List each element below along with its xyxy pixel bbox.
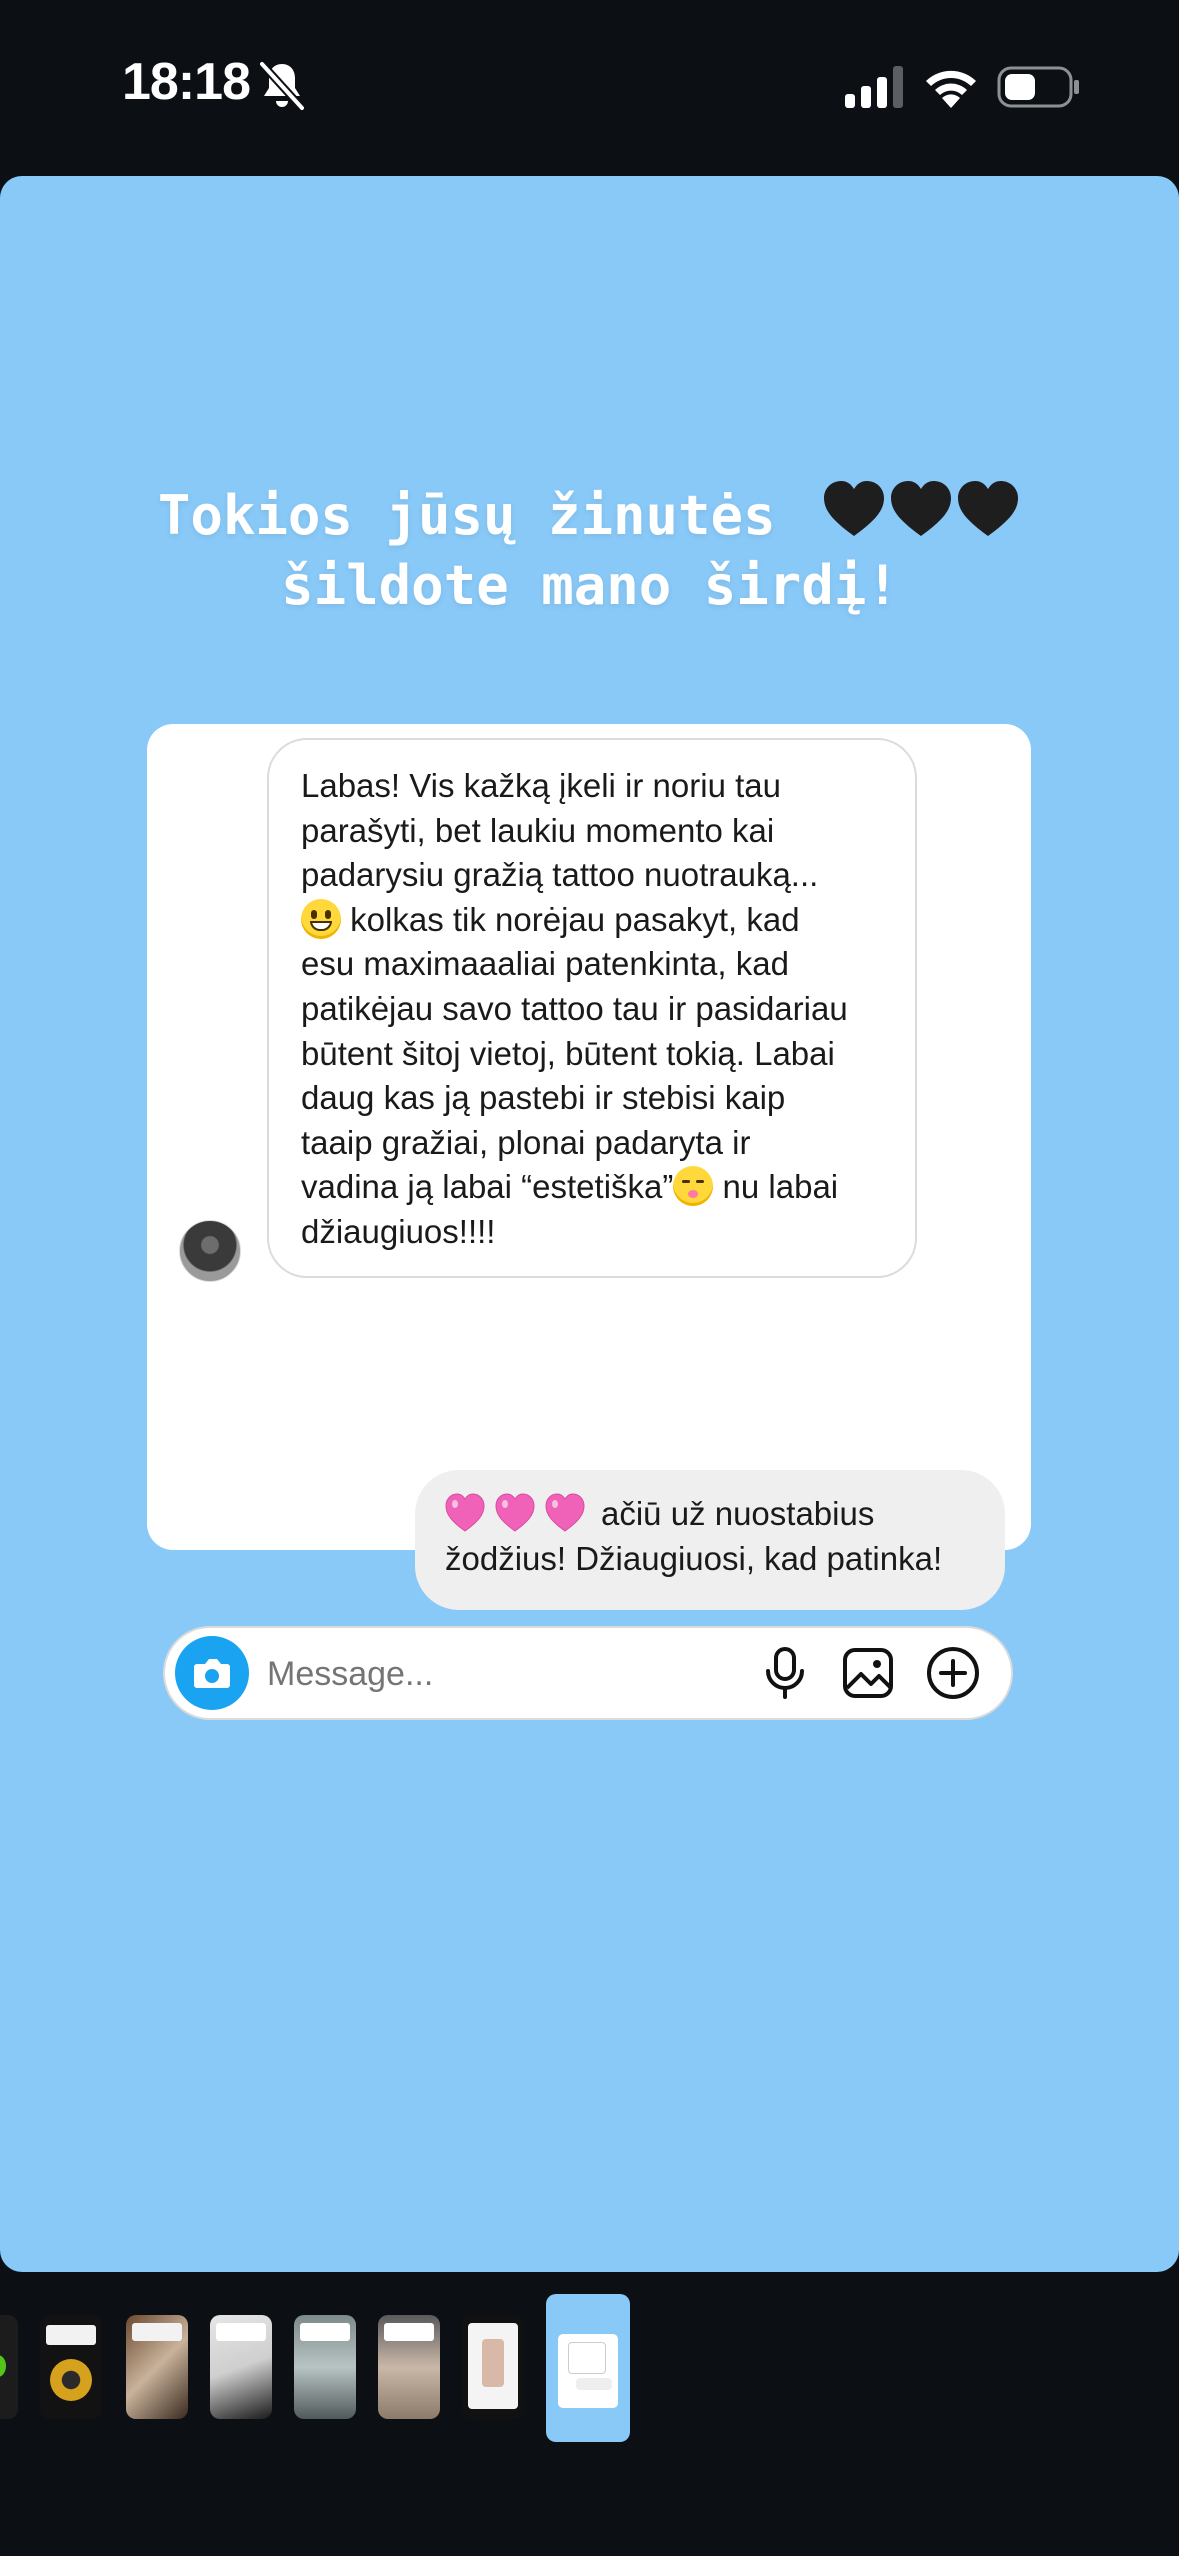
received-line: Labas! Vis kažką įkeli ir noriu tau xyxy=(301,767,781,804)
message-input[interactable] xyxy=(265,1650,649,1698)
grinning-face-icon xyxy=(301,898,341,939)
chat-screenshot: Labas! Vis kažką įkeli ir noriu tau para… xyxy=(147,724,1031,1720)
story-thumbnail[interactable] xyxy=(126,2315,188,2419)
sent-line: žodžius! Džiaugiuosi, kad patinka! xyxy=(445,1539,943,1577)
avatar xyxy=(179,1220,241,1282)
story-thumbnail[interactable] xyxy=(210,2315,272,2419)
status-time: 18:18 xyxy=(122,53,251,111)
received-line: parašyti, bet laukiu momento kai xyxy=(301,811,775,849)
caption-line-2: šildote mano širdį! xyxy=(281,554,899,617)
black-hearts-icon xyxy=(824,481,1019,536)
received-line: būtent šitoj vietoj, būtent tokią. Labai xyxy=(301,1034,835,1072)
story-thumbnail[interactable] xyxy=(462,2315,524,2419)
gallery-icon[interactable] xyxy=(841,1646,895,1700)
plus-icon[interactable] xyxy=(925,1645,981,1701)
signal-icon xyxy=(845,66,903,108)
pink-hearts-icon xyxy=(445,1493,585,1532)
bell-slash-icon xyxy=(259,61,305,111)
received-line: džiaugiuos!!!! xyxy=(301,1212,496,1250)
sent-line: ačiū už nuostabius xyxy=(601,1495,875,1532)
caption-line-1: Tokios jūsų žinutės xyxy=(157,484,776,547)
wifi-icon xyxy=(926,70,976,108)
received-line: kolkas tik norėjau pasakyt, kad xyxy=(350,900,800,938)
received-line: daug kas ją pastebi ir stebisi kaip xyxy=(301,1079,786,1117)
story-thumbnail[interactable] xyxy=(40,2315,102,2419)
story-thumbnail[interactable] xyxy=(378,2315,440,2419)
received-line: esu maximaaaliai patenkinta, kad xyxy=(301,945,789,983)
story-tray xyxy=(0,2290,1179,2470)
story-thumbnail[interactable] xyxy=(294,2315,356,2419)
kissing-face-icon xyxy=(673,1166,714,1207)
received-message-bubble: Labas! Vis kažką įkeli ir noriu tau para… xyxy=(267,738,917,1278)
camera-icon xyxy=(194,1659,230,1688)
received-line: nu labai xyxy=(722,1168,839,1206)
status-bar: 18:18 xyxy=(0,0,1179,176)
received-line: patikėjau savo tattoo tau ir pasidariau xyxy=(301,989,848,1027)
microphone-icon[interactable] xyxy=(763,1646,807,1700)
camera-button[interactable] xyxy=(175,1636,249,1710)
message-composer[interactable] xyxy=(163,1626,1013,1720)
received-line: taaip gražiai, plonai padaryta ir xyxy=(301,1123,751,1161)
received-line: padarysiu gražią tattoo nuotrauką... xyxy=(301,856,819,894)
sent-message-bubble: ačiū už nuostabius žodžius! Džiaugiuosi,… xyxy=(415,1470,1005,1610)
story-caption: Tokios jūsų žinutės šildote mano širdį! xyxy=(60,478,1120,621)
battery-icon xyxy=(997,66,1079,108)
story-thumbnail[interactable] xyxy=(0,2315,18,2419)
received-line: vadina ją labai “estetiška” xyxy=(301,1168,674,1206)
story-thumbnail-active[interactable] xyxy=(546,2294,630,2442)
